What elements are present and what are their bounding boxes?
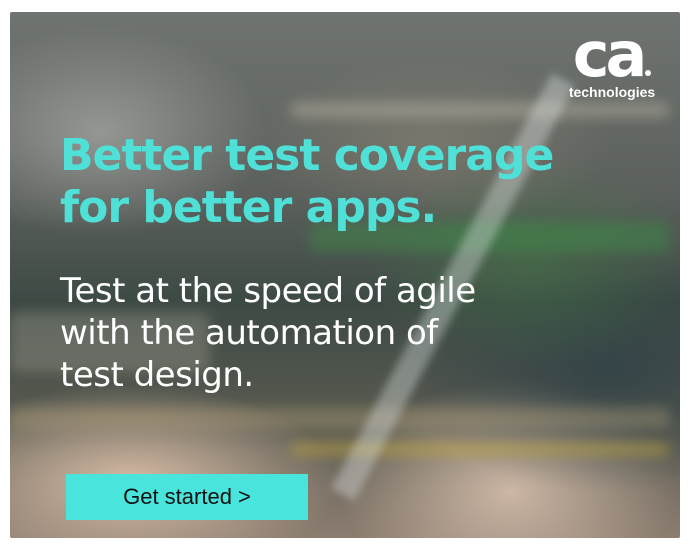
subheadline-line: with the automation of [60,313,438,353]
ca-technologies-logo: ca technologies [558,24,666,101]
get-started-button[interactable]: Get started > [66,474,308,520]
background-streak [290,442,670,456]
headline: Better test coverage for better apps. [60,130,620,234]
ad-frame: ca technologies Better test coverage for… [0,0,690,548]
background-streak [10,407,670,429]
subheadline-line: Test at the speed of agile [60,271,476,311]
headline-line: for better apps. [60,182,437,233]
headline-line: Better test coverage [60,130,554,181]
banner-ad[interactable]: ca technologies Better test coverage for… [10,12,680,538]
background-streak [290,102,670,118]
subheadline: Test at the speed of agile with the auto… [60,270,620,396]
subheadline-line: test design. [60,355,254,395]
logo-subtitle: technologies [568,84,656,100]
logo-mark: ca [558,24,666,86]
logo-dot [645,70,652,76]
